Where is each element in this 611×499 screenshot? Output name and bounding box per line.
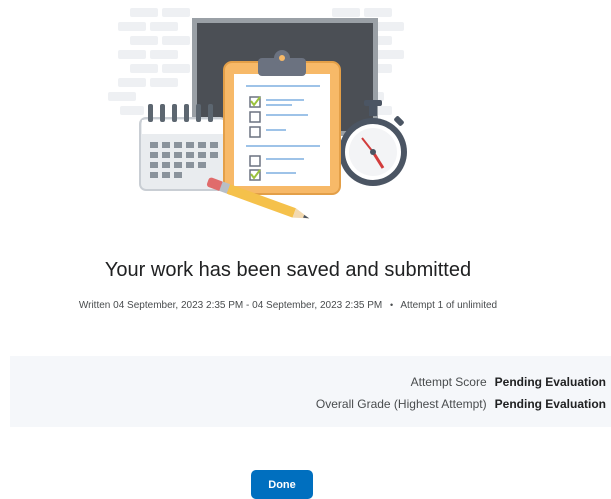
submission-illustration xyxy=(108,8,407,219)
attempt-score-row: Attempt Score Pending Evaluation xyxy=(411,375,606,389)
score-panel: Attempt Score Pending Evaluation Overall… xyxy=(10,356,611,427)
done-button[interactable]: Done xyxy=(251,470,313,499)
submission-meta: Written 04 September, 2023 2:35 PM - 04 … xyxy=(0,300,576,311)
written-range: 04 September, 2023 2:35 PM - 04 Septembe… xyxy=(113,300,383,311)
submission-title: Your work has been saved and submitted xyxy=(104,259,472,281)
written-label: Written xyxy=(78,300,111,311)
overall-grade-value: Pending Evaluation xyxy=(494,397,606,411)
attempt-score-label: Attempt Score xyxy=(410,375,487,389)
separator-dot: • xyxy=(390,300,394,310)
overall-grade-row: Overall Grade (Highest Attempt) Pending … xyxy=(316,397,606,411)
attempt-score-value: Pending Evaluation xyxy=(494,375,606,389)
attempt-text: Attempt 1 of unlimited xyxy=(400,300,498,311)
overall-grade-label: Overall Grade (Highest Attempt) xyxy=(315,397,487,411)
clipboard-checklist-icon xyxy=(223,50,341,195)
